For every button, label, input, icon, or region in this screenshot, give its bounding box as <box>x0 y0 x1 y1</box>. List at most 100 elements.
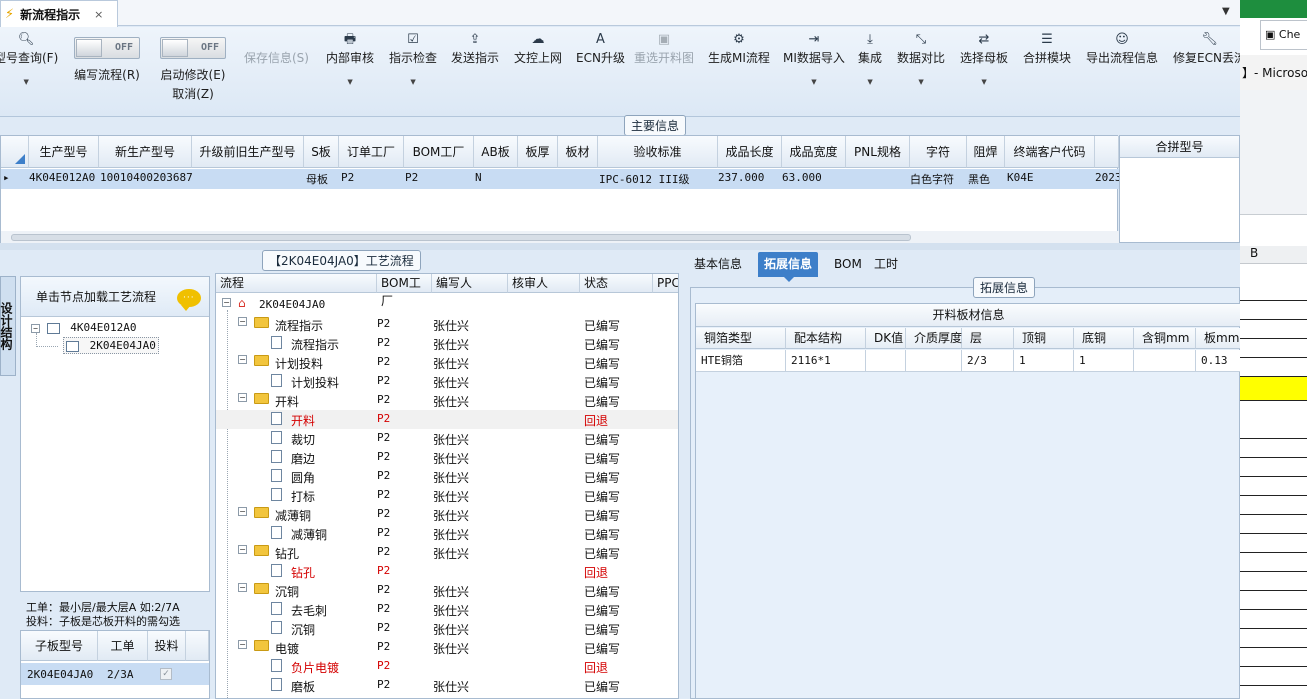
reselect-cutting-map-button[interactable]: ▣ 重选开料图 <box>634 31 694 66</box>
cell-customer-code[interactable]: K04E <box>1007 171 1034 184</box>
col-header-bom-factory[interactable]: BOM工厂 <box>404 136 474 168</box>
cell-dk[interactable] <box>866 350 906 372</box>
col-header-feed[interactable]: 投料 <box>148 631 186 661</box>
col-header-customer-code[interactable]: 终端客户代码 <box>1005 136 1095 168</box>
tab-extended-info[interactable]: 拓展信息 <box>758 252 819 282</box>
col-header-with-copper[interactable]: 含铜mm <box>1134 328 1196 349</box>
internal-review-button[interactable]: 🖶 内部审核 ▼ <box>326 31 374 86</box>
list-item[interactable]: 钻孔 P2 回退 <box>216 562 678 581</box>
write-flow-toggle[interactable]: OFF 编写流程(R) <box>74 37 140 83</box>
col-header-ppc[interactable]: PPC <box>653 274 678 293</box>
write-flow-switch[interactable]: OFF <box>74 37 140 59</box>
cell-dielectric[interactable] <box>906 350 962 372</box>
cell-bom-factory[interactable]: P2 <box>405 171 418 184</box>
col-header-dielectric[interactable]: 介质厚度 <box>906 328 962 349</box>
cell-standard[interactable]: IPC-6012 III级 <box>599 171 689 187</box>
tree-node-root[interactable]: − 4K04E012A0 <box>31 321 136 334</box>
list-item[interactable]: − 钻孔 P2 张仕兴 已编写 <box>216 543 678 562</box>
list-item[interactable]: 去毛刺 P2 张仕兴 已编写 <box>216 600 678 619</box>
col-header-board-mm[interactable]: 板mm <box>1196 328 1240 349</box>
cell-width[interactable]: 63.000 <box>782 171 822 184</box>
tab-bom[interactable]: BOM <box>828 252 868 277</box>
col-header-character[interactable]: 字符 <box>910 136 967 168</box>
model-query-button[interactable]: 🔍︎ 型号查询(F) ▼ <box>0 31 58 86</box>
col-header-reviewer[interactable]: 核审人 <box>508 274 580 293</box>
cell-s-board[interactable]: 母板 <box>306 171 328 187</box>
cell-prepreg-structure[interactable]: 2116*1 <box>786 350 866 372</box>
start-modify-toggle[interactable]: OFF 启动修改(E) 取消(Z) <box>160 37 226 102</box>
col-header-bom-factory[interactable]: BOM工厂 <box>377 274 432 308</box>
horizontal-scrollbar[interactable] <box>1 231 1119 243</box>
col-header-top-copper[interactable]: 顶铜 <box>1014 328 1074 349</box>
cell-solder-mask[interactable]: 黑色 <box>968 171 990 187</box>
list-item[interactable]: 裁切 P2 张仕兴 已编写 <box>216 429 678 448</box>
tab-new-flow-instruction[interactable]: ⚡ 新流程指示 × <box>0 0 118 27</box>
list-item[interactable]: 磨边 P2 张仕兴 已编写 <box>216 448 678 467</box>
cell-sub-model[interactable]: 2K04E04JA0 <box>27 668 93 681</box>
integrate-button[interactable]: ⤓ 集成 ▼ <box>858 31 882 86</box>
cell-newprod[interactable]: 10010400203687 <box>100 171 193 184</box>
cell-order-factory[interactable]: P2 <box>341 171 354 184</box>
col-header-more[interactable] <box>1095 136 1119 168</box>
col-header-length[interactable]: 成品长度 <box>718 136 782 168</box>
col-header-sub-model[interactable]: 子板型号 <box>21 631 98 661</box>
design-structure-side-tab[interactable]: 设计结构 <box>0 276 16 376</box>
tree-node-child[interactable]: 2K04E04JA0 <box>63 337 159 354</box>
col-header-work-order[interactable]: 工单 <box>98 631 148 661</box>
cell-prod[interactable]: 4K04E012A0 <box>29 171 95 184</box>
cell-with-copper[interactable] <box>1134 350 1196 372</box>
list-item[interactable]: 圆角 P2 张仕兴 已编写 <box>216 467 678 486</box>
cancel-button[interactable]: 取消(Z) <box>172 85 214 102</box>
list-item[interactable]: 沉铜 P2 张仕兴 已编写 <box>216 619 678 638</box>
cell-board-mm[interactable]: 0.13 <box>1196 350 1240 372</box>
collapse-icon[interactable]: − <box>222 298 231 307</box>
ecn-upgrade-button[interactable]: A ECN升级 <box>576 31 625 66</box>
feed-checkbox[interactable]: ✓ <box>160 668 172 680</box>
cell-layer[interactable]: 2/3 <box>962 350 1014 372</box>
col-header-standard[interactable]: 验收标准 <box>598 136 718 168</box>
start-modify-switch[interactable]: OFF <box>160 37 226 59</box>
fix-ecn-lost-flow-button[interactable]: 🔧︎ 修复ECN丢流 <box>1173 31 1240 66</box>
horizontal-splitter[interactable] <box>0 243 1240 250</box>
col-header-prod[interactable]: 生产型号 <box>29 136 99 168</box>
grid-corner[interactable] <box>1 136 29 168</box>
list-item[interactable]: 开料 P2 回退 <box>216 410 678 429</box>
tab-list-dropdown-icon[interactable]: ▼ <box>1222 6 1230 17</box>
col-header-copper-type[interactable]: 铜箔类型 <box>696 328 786 349</box>
col-header-flow[interactable]: 流程 <box>216 274 377 293</box>
instruction-check-button[interactable]: ☑ 指示检查 ▼ <box>389 31 437 86</box>
col-header-thickness[interactable]: 板厚 <box>518 136 558 168</box>
list-item[interactable]: 计划投料 P2 张仕兴 已编写 <box>216 372 678 391</box>
col-header-order-factory[interactable]: 订单工厂 <box>339 136 404 168</box>
tab-work-hours[interactable]: 工时 <box>868 252 904 277</box>
list-item[interactable]: − 开料 P2 张仕兴 已编写 <box>216 391 678 410</box>
cell-ab-board[interactable]: N <box>475 171 482 184</box>
save-info-button[interactable]: 保存信息(S) <box>244 31 309 66</box>
list-item[interactable]: 打标 P2 张仕兴 已编写 <box>216 486 678 505</box>
merge-module-button[interactable]: ☰ 合拼模块 <box>1023 31 1071 66</box>
scrollbar-thumb[interactable] <box>11 234 911 241</box>
generate-mi-flow-button[interactable]: ⚙ 生成MI流程 <box>708 31 770 66</box>
col-header-writer[interactable]: 编写人 <box>432 274 508 293</box>
col-header-newprod[interactable]: 新生产型号 <box>99 136 192 168</box>
export-flow-info-button[interactable]: ☺ 导出流程信息 <box>1086 31 1158 66</box>
collapse-icon[interactable]: − <box>31 324 40 333</box>
col-header-bottom-copper[interactable]: 底铜 <box>1074 328 1134 349</box>
col-header-layer[interactable]: 层 <box>962 328 1014 349</box>
send-instruction-button[interactable]: ⇪ 发送指示 <box>451 31 499 66</box>
col-header-width[interactable]: 成品宽度 <box>782 136 846 168</box>
cell-work-order[interactable]: 2/3A <box>107 668 134 681</box>
col-header-material[interactable]: 板材 <box>558 136 598 168</box>
process-root-row[interactable]: − ⌂ 2K04E04JA0 <box>216 296 678 315</box>
doc-control-upload-button[interactable]: ☁ 文控上网 <box>514 31 562 66</box>
select-master-board-button[interactable]: ⇄ 选择母板 ▼ <box>960 31 1008 86</box>
cell-length[interactable]: 237.000 <box>718 171 764 184</box>
list-item[interactable]: 磨板 P2 张仕兴 已编写 <box>216 676 678 695</box>
cell-character[interactable]: 白色字符 <box>910 171 954 187</box>
list-item[interactable]: − 电镀 P2 张仕兴 已编写 <box>216 638 678 657</box>
list-item[interactable]: − 沉铜 P2 张仕兴 已编写 <box>216 581 678 600</box>
col-header-ab-board[interactable]: AB板 <box>474 136 518 168</box>
list-item[interactable]: 流程指示 P2 张仕兴 已编写 <box>216 334 678 353</box>
cell-copper-type[interactable]: HTE铜箔 <box>696 350 786 372</box>
list-item[interactable]: 负片电镀 P2 回退 <box>216 657 678 676</box>
